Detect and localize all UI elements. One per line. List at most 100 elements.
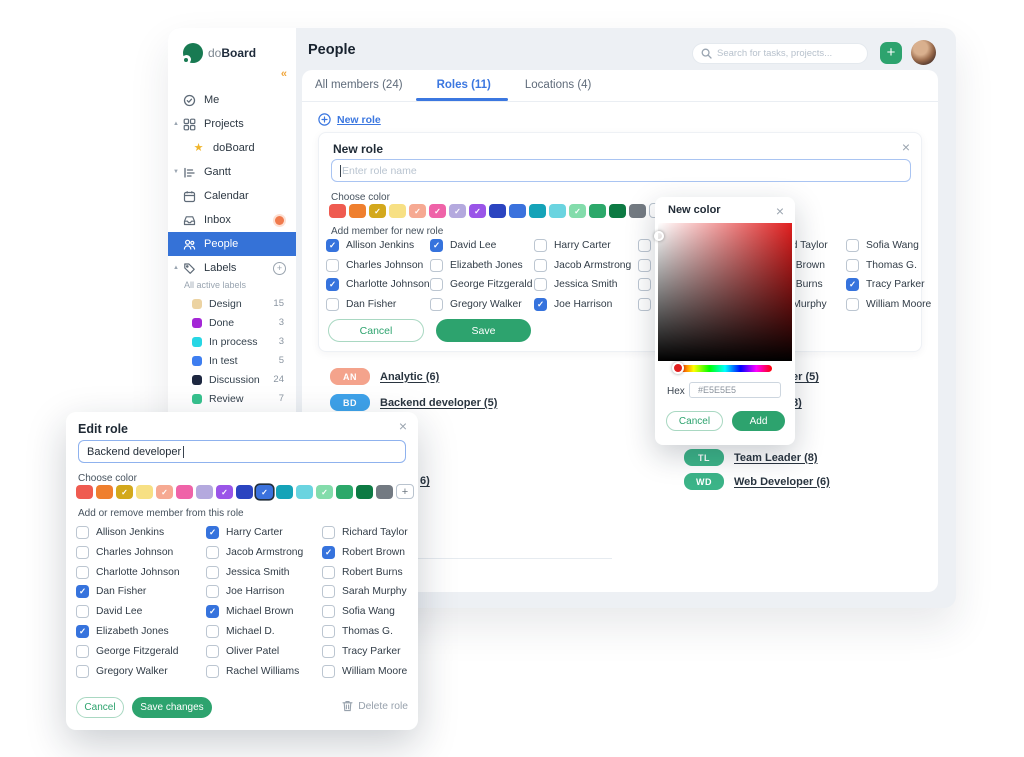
global-add-button[interactable] bbox=[880, 42, 902, 64]
tab[interactable]: All members (24) bbox=[315, 79, 403, 91]
member-checkbox[interactable] bbox=[76, 664, 89, 678]
cancel-button[interactable]: Cancel bbox=[328, 319, 424, 342]
member-checkbox[interactable] bbox=[430, 239, 443, 252]
member-checkbox[interactable] bbox=[326, 297, 339, 311]
member-checkbox[interactable] bbox=[534, 297, 547, 311]
member-checkbox[interactable] bbox=[638, 278, 651, 292]
close-icon[interactable] bbox=[902, 139, 910, 155]
close-icon[interactable] bbox=[776, 203, 784, 219]
color-swatch[interactable] bbox=[256, 485, 273, 499]
label-item[interactable]: Discussion 24 bbox=[168, 370, 296, 389]
role-link[interactable]: Analytic (6) bbox=[380, 371, 439, 383]
color-swatch[interactable] bbox=[389, 204, 406, 218]
member-row[interactable]: Allison Jenkins bbox=[76, 526, 180, 539]
member-checkbox[interactable] bbox=[846, 278, 859, 292]
color-swatch[interactable] bbox=[176, 485, 193, 499]
color-swatch[interactable] bbox=[156, 485, 173, 499]
add-label-icon[interactable] bbox=[273, 261, 286, 275]
color-swatch[interactable] bbox=[429, 204, 446, 218]
member-checkbox[interactable] bbox=[76, 526, 89, 539]
member-checkbox[interactable] bbox=[430, 258, 443, 272]
color-swatch[interactable] bbox=[509, 204, 526, 218]
member-row[interactable]: Sofia Wang bbox=[846, 239, 931, 252]
member-checkbox[interactable] bbox=[76, 565, 89, 579]
member-checkbox[interactable] bbox=[322, 526, 335, 539]
member-row[interactable]: Robert Burns bbox=[322, 565, 408, 579]
add-color-button[interactable] bbox=[396, 484, 414, 499]
member-row[interactable]: Michael Brown bbox=[206, 605, 303, 619]
member-row[interactable]: Joe Harrison bbox=[534, 297, 631, 311]
member-checkbox[interactable] bbox=[206, 664, 219, 678]
color-swatch[interactable] bbox=[236, 485, 253, 499]
label-item[interactable]: Review 7 bbox=[168, 389, 296, 408]
member-checkbox[interactable] bbox=[206, 526, 219, 539]
member-row[interactable]: Tracy Parker bbox=[322, 644, 408, 658]
member-row[interactable]: George Fitzgerald bbox=[430, 278, 532, 292]
delete-role-button[interactable]: Delete role bbox=[342, 700, 408, 712]
color-swatch[interactable] bbox=[276, 485, 293, 499]
color-swatch[interactable] bbox=[529, 204, 546, 218]
member-row[interactable]: Gregory Walker bbox=[76, 664, 180, 678]
label-item[interactable]: Done 3 bbox=[168, 313, 296, 332]
member-checkbox[interactable] bbox=[206, 585, 219, 599]
color-swatch[interactable] bbox=[296, 485, 313, 499]
member-row[interactable]: Rachel Williams bbox=[206, 664, 303, 678]
save-changes-button[interactable]: Save changes bbox=[132, 697, 212, 718]
color-swatch[interactable] bbox=[449, 204, 466, 218]
member-row[interactable]: Robert Brown bbox=[322, 545, 408, 559]
color-swatch[interactable] bbox=[336, 485, 353, 499]
role-link[interactable]: Team Leader (8) bbox=[734, 452, 818, 464]
label-item[interactable]: In test 5 bbox=[168, 351, 296, 370]
member-row[interactable]: Elizabeth Jones bbox=[76, 624, 180, 638]
member-row[interactable]: Jessica Smith bbox=[206, 565, 303, 579]
sidebar-item-labels[interactable]: Labels bbox=[168, 256, 296, 280]
member-checkbox[interactable] bbox=[846, 258, 859, 272]
chevron-up-icon[interactable] bbox=[173, 265, 179, 271]
member-checkbox[interactable] bbox=[76, 585, 89, 599]
member-checkbox[interactable] bbox=[322, 624, 335, 638]
close-icon[interactable] bbox=[399, 418, 407, 434]
hex-input[interactable]: #E5E5E5 bbox=[689, 382, 781, 398]
member-row[interactable]: Harry Carter bbox=[206, 526, 303, 539]
color-swatch[interactable] bbox=[549, 204, 566, 218]
color-swatch[interactable] bbox=[469, 204, 486, 218]
sidebar-item-gantt[interactable]: Gantt bbox=[168, 160, 296, 184]
member-checkbox[interactable] bbox=[534, 258, 547, 272]
member-checkbox[interactable] bbox=[322, 565, 335, 579]
member-checkbox[interactable] bbox=[638, 239, 651, 252]
add-button[interactable]: Add bbox=[732, 411, 785, 431]
member-row[interactable]: George Fitzgerald bbox=[76, 644, 180, 658]
search-input[interactable]: Search for tasks, projects... bbox=[692, 43, 868, 64]
color-swatch[interactable] bbox=[409, 204, 426, 218]
member-checkbox[interactable] bbox=[846, 297, 859, 311]
save-button[interactable]: Save bbox=[436, 319, 531, 342]
color-swatch[interactable] bbox=[489, 204, 506, 218]
member-row[interactable]: Dan Fisher bbox=[326, 297, 430, 311]
member-row[interactable]: Jacob Armstrong bbox=[534, 258, 631, 272]
member-checkbox[interactable] bbox=[76, 605, 89, 619]
member-row[interactable]: Gregory Walker bbox=[430, 297, 532, 311]
color-swatch[interactable] bbox=[329, 204, 346, 218]
member-row[interactable]: Dan Fisher bbox=[76, 585, 180, 599]
member-checkbox[interactable] bbox=[76, 624, 89, 638]
color-swatch[interactable] bbox=[216, 485, 233, 499]
member-row[interactable]: Charles Johnson bbox=[76, 545, 180, 559]
member-row[interactable]: Richard Taylor bbox=[322, 526, 408, 539]
member-row[interactable]: Michael D. bbox=[206, 624, 303, 638]
color-swatch[interactable] bbox=[349, 204, 366, 218]
color-swatch[interactable] bbox=[589, 204, 606, 218]
color-swatch[interactable] bbox=[369, 204, 386, 218]
member-row[interactable]: Charlotte Johnson bbox=[326, 278, 430, 292]
hue-slider[interactable] bbox=[678, 365, 772, 372]
member-row[interactable]: Jacob Armstrong bbox=[206, 545, 303, 559]
tab[interactable]: Locations (4) bbox=[525, 79, 591, 91]
member-checkbox[interactable] bbox=[76, 545, 89, 559]
member-checkbox[interactable] bbox=[534, 239, 547, 252]
cancel-button[interactable]: Cancel bbox=[666, 411, 723, 431]
label-item[interactable]: Design 15 bbox=[168, 294, 296, 313]
color-swatch[interactable] bbox=[96, 485, 113, 499]
role-name-input[interactable]: Enter role name bbox=[331, 159, 911, 182]
member-checkbox[interactable] bbox=[326, 278, 339, 292]
member-checkbox[interactable] bbox=[322, 605, 335, 619]
member-checkbox[interactable] bbox=[430, 278, 443, 292]
